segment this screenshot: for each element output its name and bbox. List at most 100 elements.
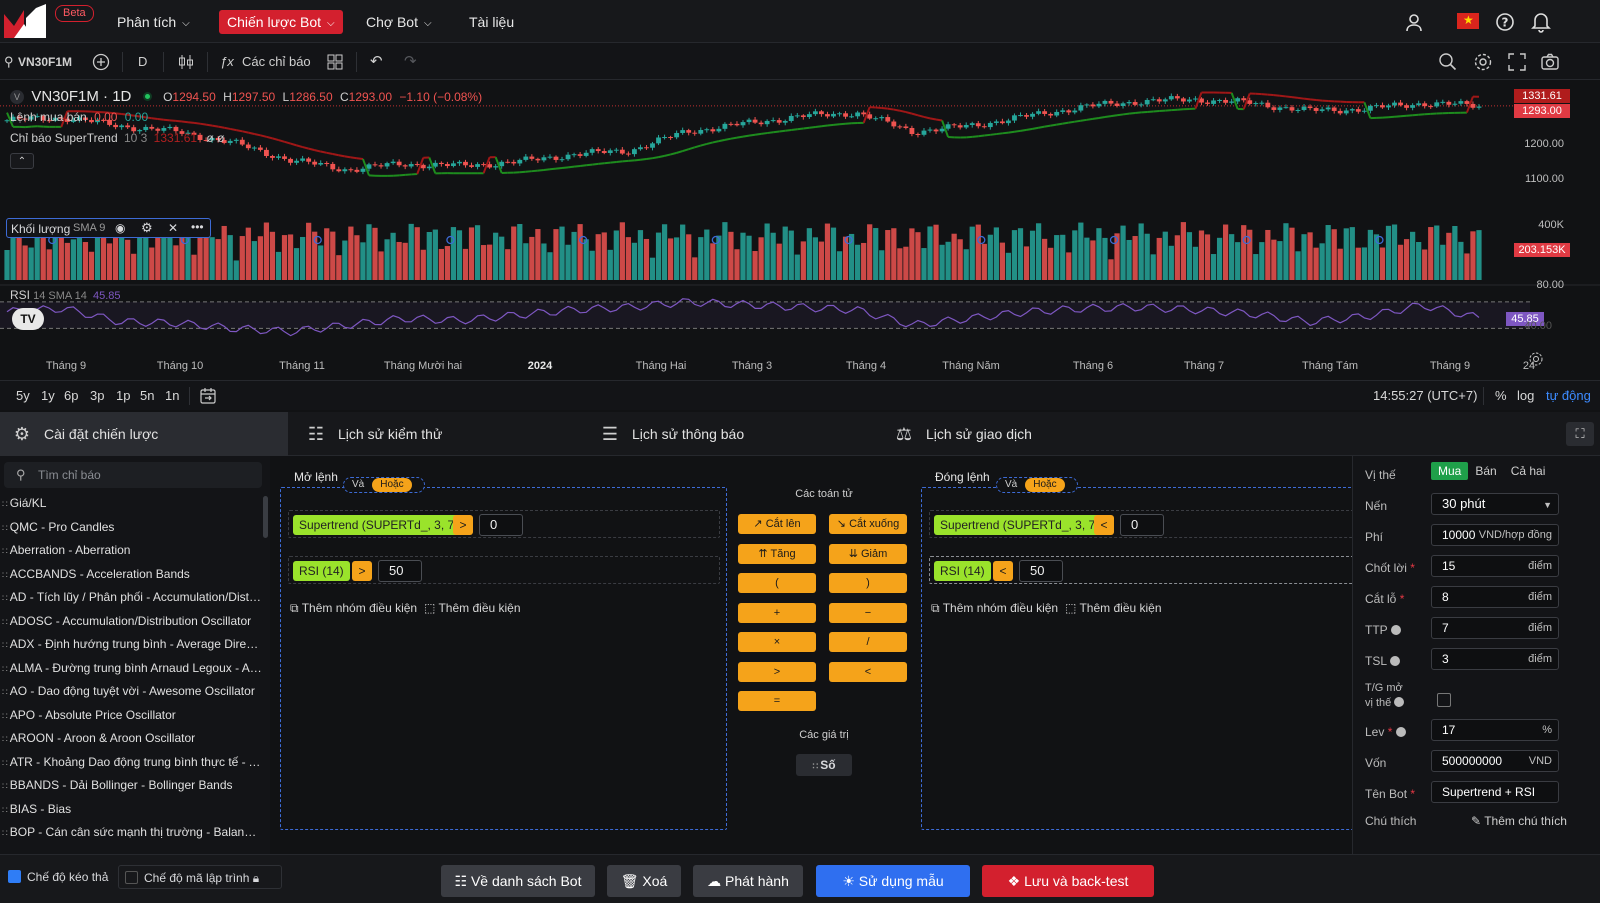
log-toggle[interactable]: log: [1517, 388, 1534, 403]
eye-icon[interactable]: ◉: [115, 221, 125, 235]
indicator-list-item[interactable]: ∷ ALMA - Đường trung bình Arnaud Legoux -…: [0, 657, 262, 681]
condition-indicator[interactable]: RSI (14): [934, 561, 991, 581]
number-value-button[interactable]: ∷ Số: [796, 754, 852, 776]
code-mode-toggle[interactable]: Chế độ mã lập trình 🔒︎: [118, 865, 282, 889]
delete-button[interactable]: 🗑︎ Xoá: [607, 865, 681, 897]
take-profit-input[interactable]: 15 điểm: [1431, 555, 1559, 577]
supertrend-legend[interactable]: Chỉ báo SuperTrend 10 3 1331.61 ø ø: [10, 131, 224, 145]
add-note-button[interactable]: ✎ Thêm chú thích: [1471, 814, 1567, 828]
range-1n[interactable]: 1n: [165, 388, 179, 403]
open-logic-toggle[interactable]: Và Hoặc: [343, 477, 425, 493]
help-icon[interactable]: ?: [1495, 12, 1515, 32]
fee-input[interactable]: 10000 VND/hợp đồng: [1431, 524, 1559, 546]
save-backtest-button[interactable]: ❖ Lưu và back-test: [982, 865, 1154, 897]
operator-button[interactable]: +: [738, 602, 816, 623]
orders-legend[interactable]: Lệnh mua bán 0.00 0.00: [10, 110, 148, 124]
gear-icon[interactable]: ⚙: [141, 220, 153, 236]
range-5n[interactable]: 5n: [140, 388, 154, 403]
logic-and[interactable]: Và: [344, 478, 372, 492]
condition-operator[interactable]: >: [352, 561, 372, 581]
position-sell[interactable]: Bán: [1468, 462, 1503, 480]
indicator-list-item[interactable]: ∷ AROON - Aroon & Aroon Oscillator: [0, 727, 262, 751]
layout-grid-icon[interactable]: [326, 53, 344, 71]
auto-toggle[interactable]: tự động: [1546, 388, 1591, 403]
indicator-list-item[interactable]: ∷ BIAS - Bias: [0, 798, 262, 822]
operator-button[interactable]: ↗ Cắt lên: [738, 514, 816, 534]
operator-button[interactable]: (: [738, 573, 816, 593]
operator-button[interactable]: >: [738, 661, 816, 682]
indicator-list-item[interactable]: ∷ ATR - Khoảng Dao động trung bình thực t…: [0, 751, 262, 775]
alert-search-icon[interactable]: [1438, 52, 1458, 72]
add-symbol-icon[interactable]: [92, 53, 110, 71]
condition-value[interactable]: 50: [378, 560, 422, 582]
bell-icon[interactable]: [1531, 11, 1551, 33]
condition-operator[interactable]: >: [453, 515, 473, 535]
date-range-icon[interactable]: [199, 387, 217, 405]
indicator-list-item[interactable]: ∷ Giá/KL: [0, 492, 262, 516]
price-chart[interactable]: V VN30F1M · 1D O1294.50 H1297.50 L1286.5…: [0, 80, 1600, 380]
range-1p[interactable]: 1p: [116, 388, 130, 403]
open-add-condition-button[interactable]: ⬚ Thêm điều kiện: [424, 601, 521, 615]
use-template-button[interactable]: ☀ Sử dụng mẫu: [816, 865, 970, 897]
tab-trade-history[interactable]: ⚖ Lịch sử giao dịch: [882, 412, 1170, 456]
range-1y[interactable]: 1y: [41, 388, 55, 403]
vietnam-flag-icon[interactable]: ★: [1457, 13, 1479, 29]
info-icon[interactable]: [1389, 656, 1400, 666]
logo[interactable]: [4, 4, 46, 38]
condition-value[interactable]: 0: [479, 514, 523, 536]
operator-button[interactable]: ×: [738, 632, 816, 652]
collapse-legend-button[interactable]: ⌃: [10, 153, 34, 169]
operator-button[interactable]: −: [829, 602, 907, 623]
close-logic-toggle[interactable]: Và Hoặc: [996, 477, 1078, 493]
search-icon[interactable]: ⚲: [4, 52, 14, 72]
tsl-input[interactable]: 3 điểm: [1431, 648, 1559, 670]
operator-button[interactable]: ↘ Cắt xuống: [829, 514, 907, 534]
user-icon[interactable]: [1404, 12, 1424, 32]
settings-gear-icon[interactable]: [1473, 52, 1493, 72]
close-condition-row[interactable]: RSI (14) < 50: [929, 556, 1361, 584]
interval-selector[interactable]: D: [138, 52, 147, 72]
operator-button[interactable]: ⇈ Tăng: [738, 543, 816, 564]
condition-indicator[interactable]: RSI (14): [293, 561, 350, 581]
open-time-checkbox[interactable]: [1437, 693, 1451, 707]
stop-loss-input[interactable]: 8 điểm: [1431, 586, 1559, 608]
range-3p[interactable]: 3p: [90, 388, 104, 403]
close-add-group-button[interactable]: ⧉ Thêm nhóm điều kiện: [931, 601, 1058, 616]
rsi-legend[interactable]: RSI 14 SMA 14 45.85: [10, 288, 121, 302]
close-add-condition-button[interactable]: ⬚ Thêm điều kiện: [1065, 601, 1162, 615]
indicator-search-input[interactable]: ⚲ Tìm chỉ báo: [4, 462, 262, 488]
volume-legend[interactable]: Khối lượng SMA 9 ◉ ⚙ ✕ •••: [6, 218, 211, 238]
indicator-list-item[interactable]: ∷ BBANDS - Dải Bollinger - Bollinger Band…: [0, 774, 262, 798]
tab-backtest-history[interactable]: ☷ Lịch sử kiểm thử: [294, 412, 582, 456]
candle-type-icon[interactable]: [177, 53, 195, 71]
tab-strategy-settings[interactable]: ⚙ Cài đặt chiến lược: [0, 412, 288, 456]
tradingview-logo[interactable]: TV: [12, 308, 44, 330]
open-add-group-button[interactable]: ⧉ Thêm nhóm điều kiện: [290, 601, 417, 616]
indicator-list-item[interactable]: ∷ AO - Dao động tuyệt vời - Awesome Oscil…: [0, 680, 262, 704]
condition-value[interactable]: 0: [1120, 514, 1164, 536]
symbol-search[interactable]: VN30F1M: [18, 52, 72, 72]
nav-docs[interactable]: Tài liệu: [461, 10, 522, 34]
operator-button[interactable]: <: [829, 661, 907, 682]
lev-input[interactable]: 17%: [1431, 719, 1559, 741]
logic-or[interactable]: Hoặc: [372, 478, 412, 492]
open-condition-row[interactable]: RSI (14) > 50: [288, 556, 720, 584]
drag-mode-toggle[interactable]: Chế độ kéo thả: [4, 865, 116, 889]
operator-button[interactable]: ⇊ Giảm: [829, 543, 907, 564]
nav-bot-strategy[interactable]: Chiến lược Bot ⌵: [219, 10, 343, 34]
range-5y[interactable]: 5y: [16, 388, 30, 403]
logic-and[interactable]: Và: [997, 478, 1025, 492]
indicator-list-item[interactable]: ∷ APO - Absolute Price Oscillator: [0, 704, 262, 728]
info-icon[interactable]: [1394, 697, 1405, 707]
percent-toggle[interactable]: %: [1495, 388, 1507, 403]
ttp-input[interactable]: 7 điểm: [1431, 617, 1559, 639]
clock-time[interactable]: 14:55:27 (UTC+7): [1373, 388, 1477, 403]
candle-select[interactable]: 30 phút ▼: [1431, 493, 1559, 515]
indicator-list-item[interactable]: ∷ QMC - Pro Candles: [0, 516, 262, 540]
indicator-list-item[interactable]: ∷ Aberration - Aberration: [0, 539, 262, 563]
fullscreen-icon[interactable]: [1507, 52, 1527, 72]
nav-bot-market[interactable]: Chợ Bot ⌵: [358, 10, 440, 34]
indicators-fx-icon[interactable]: ƒx: [220, 52, 234, 72]
operator-button[interactable]: =: [738, 691, 816, 711]
indicator-scrollbar[interactable]: [263, 496, 268, 538]
